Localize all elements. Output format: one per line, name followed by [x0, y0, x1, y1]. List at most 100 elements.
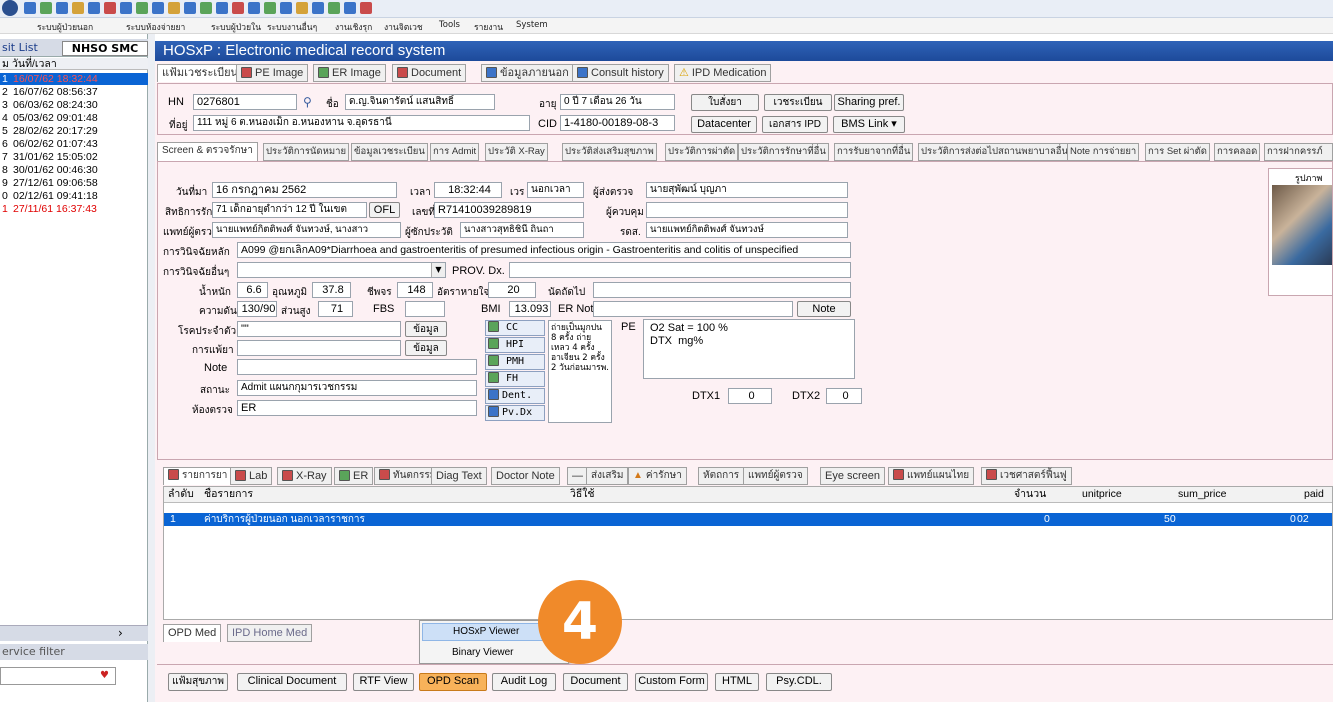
visit-row[interactable]: 9 27/12/61 09:06:58 — [0, 177, 148, 189]
tab-external-data[interactable]: ข้อมูลภายนอก — [481, 64, 574, 82]
bms-link-button[interactable]: BMS Link ▾ — [833, 116, 905, 133]
controller-field[interactable] — [646, 202, 848, 218]
allergy-info-button[interactable]: ข้อมูล — [405, 340, 447, 356]
dtx1-field[interactable]: 0 — [728, 388, 772, 404]
height-field[interactable]: 71 — [318, 301, 353, 317]
visit-row[interactable]: 6 06/02/62 01:07:43 — [0, 138, 148, 150]
tab-doctor-note[interactable]: Doctor Note — [491, 467, 560, 485]
dtx2-field[interactable]: 0 — [826, 388, 862, 404]
tab-er-image[interactable]: ER Image — [313, 64, 386, 82]
tab-thai-medicine[interactable]: แพทย์แผนไทย — [888, 467, 975, 485]
nhso-smc-badge[interactable]: NHSO SMC — [62, 41, 148, 56]
ofl-button[interactable]: OFL — [369, 202, 400, 218]
tab-diag-text[interactable]: Diag Text — [431, 467, 487, 485]
toolbar-icon[interactable] — [360, 2, 372, 14]
datacenter-button[interactable]: Datacenter — [691, 116, 757, 133]
menu-item[interactable]: ระบบผู้ป่วยใน — [211, 20, 261, 34]
tab-appointment-history[interactable]: ประวัติการนัดหมาย — [263, 143, 350, 161]
grid-col-unitprice[interactable]: unitprice — [1082, 487, 1122, 501]
fh-button[interactable]: FH — [485, 371, 545, 387]
other-diagnosis-field[interactable] — [237, 262, 446, 278]
menu-item[interactable]: ระบบผู้ป่วยนอก — [37, 20, 93, 34]
grid-col-usage[interactable]: วิธีใช้ — [570, 487, 595, 501]
prescription-button[interactable]: ใบสั่งยา — [691, 94, 759, 111]
toolbar-icon[interactable] — [88, 2, 100, 14]
scroll-right-icon[interactable]: › — [118, 626, 123, 640]
pulse-field[interactable]: 148 — [397, 282, 433, 298]
toolbar-icon[interactable] — [56, 2, 68, 14]
toolbar-icon[interactable] — [216, 2, 228, 14]
toolbar-icon[interactable] — [344, 2, 356, 14]
main-diagnosis-field[interactable]: A099 @ยกเลิกA09*Diarrhoea and gastroente… — [237, 242, 851, 258]
tab-surgery-set[interactable]: การ Set ผ่าตัด — [1145, 143, 1210, 161]
rds-field[interactable]: นายแพทย์กิตติพงศ์ จันทวงษ์ — [646, 222, 848, 238]
menu-item[interactable]: ระบบงานอื่นๆ — [267, 20, 317, 34]
tab-promotion-history[interactable]: ประวัติส่งเสริมสุขภาพ — [562, 143, 657, 161]
tab-screen-exam[interactable]: Screen & ตรวจรักษา — [157, 142, 258, 161]
tab-treatment-cost[interactable]: ▲ ค่ารักษา — [628, 467, 687, 485]
chief-complaint-text[interactable]: ถ่ายเป็นมูกปน 8 ครั้ง ถ่ายเหลว 4 ครั้ง อ… — [548, 320, 612, 423]
chronic-info-button[interactable]: ข้อมูล — [405, 321, 447, 337]
toolbar-icon[interactable] — [168, 2, 180, 14]
history-taker-field[interactable]: นางสาวสุทธิชินี ถินถา — [460, 222, 584, 238]
note-button[interactable]: Note — [797, 301, 851, 317]
status-field[interactable]: Admit แผนกกุมารเวชกรรม — [237, 380, 477, 396]
menu-item[interactable]: งานเชิงรุก — [335, 20, 372, 34]
visit-row[interactable]: 8 30/01/62 00:46:30 — [0, 164, 148, 176]
tab-lab[interactable]: Lab — [230, 467, 273, 485]
service-filter-select[interactable]: ♥ — [0, 667, 116, 685]
psy-cdl-button[interactable]: Psy.CDL. — [766, 673, 832, 691]
bp-field[interactable]: 130/90 — [237, 301, 277, 317]
hn-field[interactable]: 0276801 — [193, 94, 297, 110]
tab-rehab[interactable]: เวชศาสตร์ฟื้นฟู — [981, 467, 1072, 485]
toolbar-icon[interactable] — [296, 2, 308, 14]
menu-item[interactable]: Tools — [439, 20, 460, 30]
dropdown-arrow-icon[interactable]: ▼ — [431, 263, 445, 277]
table-row[interactable]: 1 ค่าบริการผู้ป่วยนอก นอกเวลาราชการ 0 50… — [164, 513, 1332, 526]
tab-consult-history[interactable]: Consult history — [572, 64, 669, 82]
tab-delivery[interactable]: การคลอด — [1214, 143, 1261, 161]
hpi-button[interactable]: HPI — [485, 337, 545, 353]
menu-item-binary-viewer[interactable]: Binary Viewer — [422, 645, 566, 663]
menu-item[interactable]: ระบบห้องจ่ายยา — [126, 20, 185, 34]
tab-dispensing-note[interactable]: Note การจ่ายยา — [1067, 143, 1140, 161]
tab-examiner[interactable]: แพทย์ผู้ตรวจ — [743, 467, 808, 485]
toolbar-icon[interactable] — [312, 2, 324, 14]
fbs-field[interactable] — [405, 301, 445, 317]
ipd-document-button[interactable]: เอกสาร IPD — [762, 116, 828, 133]
visit-row[interactable]: 4 05/03/62 09:01:48 — [0, 112, 148, 124]
shift-field[interactable]: นอกเวลา — [527, 182, 584, 198]
tab-antenatal[interactable]: การฝากครรภ์ — [1264, 143, 1333, 161]
visit-row[interactable]: 3 06/03/62 08:24:30 — [0, 99, 148, 111]
grid-col-sumprice[interactable]: sum_price — [1178, 487, 1226, 501]
rtf-view-button[interactable]: RTF View — [353, 673, 414, 691]
age-field[interactable]: 0 ปี 7 เดือน 26 วัน — [560, 94, 675, 110]
toolbar-icon[interactable] — [72, 2, 84, 14]
menu-item[interactable]: System — [516, 20, 548, 30]
toolbar-icon[interactable] — [232, 2, 244, 14]
grid-col-paid[interactable]: paid — [1304, 487, 1324, 501]
clinical-document-button[interactable]: Clinical Document — [237, 673, 347, 691]
visit-date-field[interactable]: 16 กรกฎาคม 2562 — [212, 182, 397, 198]
tab-admit[interactable]: การ Admit — [430, 143, 480, 161]
pmh-button[interactable]: PMH — [485, 354, 545, 370]
toolbar-icon[interactable] — [328, 2, 340, 14]
health-record-button[interactable]: แฟ้มสุขภาพ — [168, 673, 228, 691]
exam-room-field[interactable]: ER — [237, 400, 477, 416]
tab-xray-history[interactable]: ประวัติ X-Ray — [485, 143, 548, 161]
tab-document[interactable]: Document — [392, 64, 467, 82]
cid-field[interactable]: 1-4180-00189-08-3 — [560, 115, 675, 131]
visit-row[interactable]: 2 16/07/62 08:56:37 — [0, 86, 148, 98]
address-field[interactable]: 111 หมู่ 6 ต.หนองเม็ก อ.หนองหาน จ.อุดรธา… — [193, 115, 530, 131]
visit-row[interactable]: 0 02/12/61 09:41:18 — [0, 190, 148, 202]
opd-scan-button[interactable]: OPD Scan — [419, 673, 487, 691]
html-button[interactable]: HTML — [715, 673, 759, 691]
physical-exam-text[interactable]: O2 Sat = 100 % DTX mg% — [643, 319, 855, 379]
tab-other-treatment[interactable]: ประวัติการรักษาที่อื่น — [738, 143, 829, 161]
toolbar-icon[interactable] — [120, 2, 132, 14]
toolbar-icon[interactable] — [264, 2, 276, 14]
respiratory-field[interactable]: 20 — [488, 282, 536, 298]
tab-xray[interactable]: X-Ray — [277, 467, 332, 485]
toolbar-icon[interactable] — [24, 2, 36, 14]
tab-pe-image[interactable]: PE Image — [236, 64, 309, 82]
